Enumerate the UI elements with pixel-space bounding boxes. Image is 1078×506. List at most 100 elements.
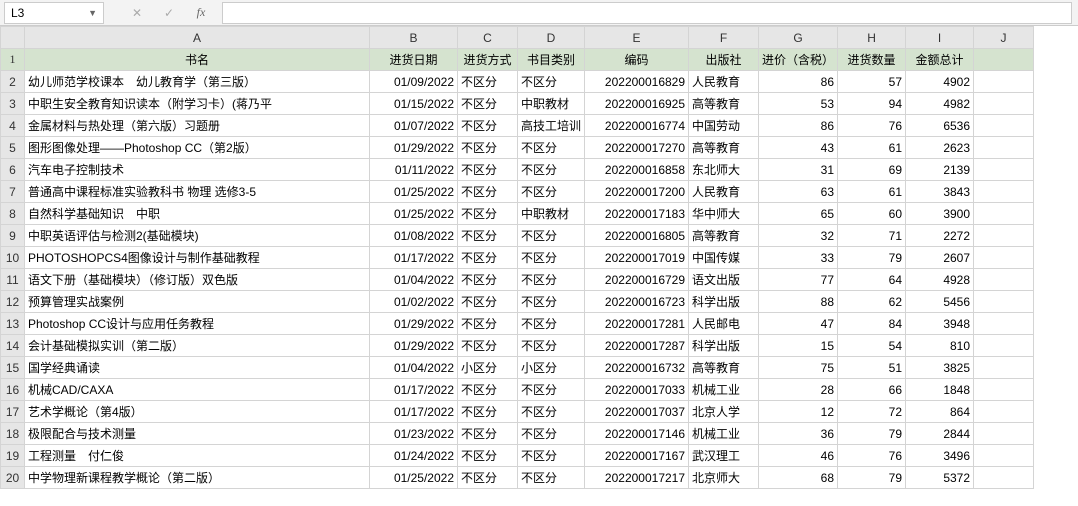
row-header[interactable]: 5 <box>1 137 25 159</box>
row-header[interactable]: 20 <box>1 467 25 489</box>
cell[interactable]: 高等教育 <box>689 225 759 247</box>
cell[interactable]: 预算管理实战案例 <box>25 291 370 313</box>
cell[interactable] <box>974 203 1034 225</box>
cell[interactable]: 2139 <box>906 159 974 181</box>
cell[interactable]: 63 <box>759 181 838 203</box>
cell[interactable]: 202200017217 <box>585 467 689 489</box>
cell[interactable] <box>974 401 1034 423</box>
cell[interactable]: 不区分 <box>518 137 585 159</box>
cell[interactable]: 5456 <box>906 291 974 313</box>
header-cell[interactable]: 进货日期 <box>370 49 458 71</box>
header-cell[interactable]: 书名 <box>25 49 370 71</box>
cell[interactable]: 不区分 <box>518 71 585 93</box>
cell[interactable]: 中学物理新课程教学概论（第二版） <box>25 467 370 489</box>
cell[interactable]: 51 <box>838 357 906 379</box>
cell[interactable]: 人民教育 <box>689 71 759 93</box>
cell[interactable]: 79 <box>838 247 906 269</box>
cell[interactable]: 86 <box>759 115 838 137</box>
cell[interactable] <box>974 247 1034 269</box>
cell[interactable]: 57 <box>838 71 906 93</box>
cell[interactable]: 工程测量 付仁俊 <box>25 445 370 467</box>
cell[interactable]: 中国传媒 <box>689 247 759 269</box>
cell[interactable]: 43 <box>759 137 838 159</box>
cell[interactable]: 不区分 <box>458 181 518 203</box>
cell[interactable]: 66 <box>838 379 906 401</box>
cell[interactable]: 76 <box>838 445 906 467</box>
col-header-B[interactable]: B <box>370 27 458 49</box>
cell[interactable]: 3843 <box>906 181 974 203</box>
cell[interactable]: 53 <box>759 93 838 115</box>
cell[interactable]: 不区分 <box>458 269 518 291</box>
name-box[interactable]: L3 ▼ <box>4 2 104 24</box>
cell[interactable]: 不区分 <box>458 467 518 489</box>
col-header-C[interactable]: C <box>458 27 518 49</box>
cell[interactable]: 不区分 <box>458 203 518 225</box>
header-cell[interactable]: 金额总计 <box>906 49 974 71</box>
header-cell[interactable]: 出版社 <box>689 49 759 71</box>
cell[interactable] <box>974 269 1034 291</box>
cell[interactable]: 不区分 <box>518 313 585 335</box>
cell[interactable]: 15 <box>759 335 838 357</box>
cell[interactable] <box>974 467 1034 489</box>
cell[interactable] <box>974 115 1034 137</box>
cell[interactable]: 94 <box>838 93 906 115</box>
row-header[interactable]: 1 <box>1 49 25 71</box>
cell[interactable]: 不区分 <box>518 225 585 247</box>
cell[interactable]: 5372 <box>906 467 974 489</box>
cell[interactable]: 202200017183 <box>585 203 689 225</box>
cell[interactable]: 4902 <box>906 71 974 93</box>
cell[interactable]: 不区分 <box>518 291 585 313</box>
cell[interactable] <box>974 379 1034 401</box>
cell[interactable]: 01/08/2022 <box>370 225 458 247</box>
cell[interactable]: 47 <box>759 313 838 335</box>
cell[interactable]: 图形图像处理——Photoshop CC（第2版） <box>25 137 370 159</box>
cell[interactable]: 77 <box>759 269 838 291</box>
row-header[interactable]: 10 <box>1 247 25 269</box>
cell[interactable] <box>974 335 1034 357</box>
cell[interactable]: 32 <box>759 225 838 247</box>
cell[interactable] <box>974 71 1034 93</box>
cell[interactable]: 36 <box>759 423 838 445</box>
cell[interactable]: 高等教育 <box>689 137 759 159</box>
cell[interactable]: 61 <box>838 137 906 159</box>
cell[interactable]: 会计基础模拟实训（第二版） <box>25 335 370 357</box>
cell[interactable]: 不区分 <box>458 291 518 313</box>
cell[interactable]: 01/17/2022 <box>370 401 458 423</box>
row-header[interactable]: 2 <box>1 71 25 93</box>
cell[interactable]: 01/04/2022 <box>370 269 458 291</box>
cell[interactable]: Photoshop CC设计与应用任务教程 <box>25 313 370 335</box>
cell[interactable]: 202200016774 <box>585 115 689 137</box>
row-header[interactable]: 12 <box>1 291 25 313</box>
cell[interactable]: 中职英语评估与检测2(基础模块) <box>25 225 370 247</box>
select-all-corner[interactable] <box>1 27 25 49</box>
cell[interactable]: 2623 <box>906 137 974 159</box>
cell[interactable]: 01/04/2022 <box>370 357 458 379</box>
cell[interactable]: 科学出版 <box>689 335 759 357</box>
header-cell[interactable]: 进价（含税） <box>759 49 838 71</box>
cell[interactable]: 不区分 <box>458 93 518 115</box>
cell[interactable]: 62 <box>838 291 906 313</box>
cell[interactable]: 3900 <box>906 203 974 225</box>
cell[interactable] <box>974 93 1034 115</box>
cell[interactable] <box>974 313 1034 335</box>
confirm-icon[interactable]: ✓ <box>158 3 180 23</box>
cell[interactable]: 2844 <box>906 423 974 445</box>
row-header[interactable]: 18 <box>1 423 25 445</box>
cell[interactable]: 不区分 <box>458 379 518 401</box>
cell[interactable]: 64 <box>838 269 906 291</box>
cell[interactable]: 01/25/2022 <box>370 181 458 203</box>
cell[interactable]: 202200016732 <box>585 357 689 379</box>
cell[interactable]: 01/17/2022 <box>370 379 458 401</box>
cell[interactable]: 01/11/2022 <box>370 159 458 181</box>
header-cell[interactable]: 编码 <box>585 49 689 71</box>
cell[interactable]: 中职教材 <box>518 93 585 115</box>
cell[interactable]: 3948 <box>906 313 974 335</box>
cell[interactable]: 01/09/2022 <box>370 71 458 93</box>
cell[interactable]: 202200016729 <box>585 269 689 291</box>
cell[interactable]: 75 <box>759 357 838 379</box>
cell[interactable]: 01/25/2022 <box>370 467 458 489</box>
row-header[interactable]: 13 <box>1 313 25 335</box>
cell[interactable]: 不区分 <box>518 401 585 423</box>
cell[interactable]: 语文下册（基础模块）（修订版）双色版 <box>25 269 370 291</box>
cell[interactable]: 不区分 <box>458 247 518 269</box>
